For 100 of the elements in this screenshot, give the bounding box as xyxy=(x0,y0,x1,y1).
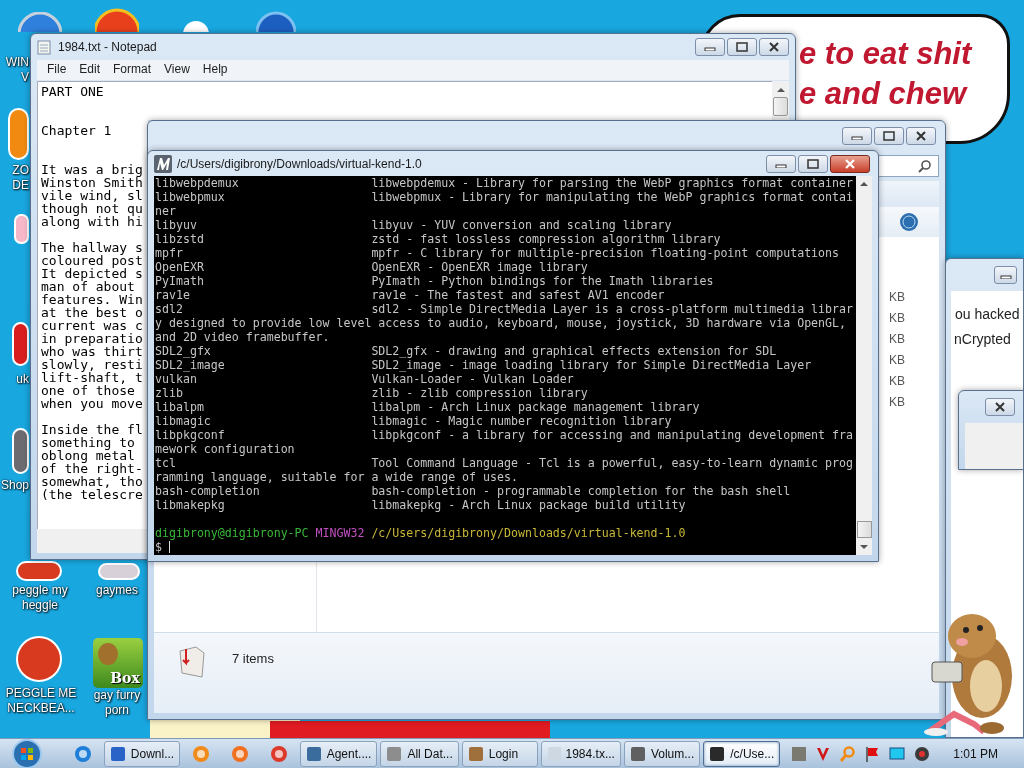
v-shape-icon[interactable] xyxy=(816,745,831,762)
text-line: current was c xyxy=(41,318,143,333)
scrollbar[interactable] xyxy=(772,81,789,121)
taskbar-button[interactable]: Login xyxy=(461,740,538,767)
text-line: at the best o xyxy=(41,305,143,320)
package-description: zstd - fast lossless compression algorithm library xyxy=(371,232,721,246)
text-line: though not qu xyxy=(41,201,143,216)
orb-icon[interactable] xyxy=(183,18,209,32)
desktop-icon-label[interactable]: DE xyxy=(12,178,29,193)
flag-icon[interactable] xyxy=(864,745,881,762)
menu-item[interactable]: Edit xyxy=(79,62,101,78)
box-app-icon[interactable]: Box xyxy=(93,638,143,688)
file-size-text: KB xyxy=(889,331,905,347)
package-description: Tool Command Language - Tcl is a powerful, easy-to-learn dynamic prog xyxy=(371,456,853,470)
package-name: mpfr xyxy=(155,246,184,260)
desktop-icon[interactable] xyxy=(12,322,29,366)
app-icon xyxy=(192,744,211,763)
taskbar-button[interactable]: All Dat... xyxy=(380,740,459,767)
speaker-icon[interactable] xyxy=(914,745,931,762)
package-description: libmagic - Magic number recognition library xyxy=(371,414,672,428)
globe-icon[interactable] xyxy=(256,10,296,32)
close-icon xyxy=(994,402,1006,412)
scrollbar-thumb[interactable] xyxy=(773,97,788,116)
text-line: PART ONE xyxy=(41,84,104,99)
desktop-icon[interactable] xyxy=(98,563,140,580)
scrollbar[interactable] xyxy=(856,176,872,555)
package-description: PyImath - Python bindings for the Imath libraries xyxy=(371,274,714,288)
maximize-icon xyxy=(807,158,819,169)
desktop-icon-label[interactable]: PEGGLE ME xyxy=(5,686,77,701)
file-icon xyxy=(176,645,206,679)
start-button[interactable] xyxy=(10,738,44,768)
text-line: Chapter 1 xyxy=(41,123,112,138)
scrollbar-thumb[interactable] xyxy=(856,521,872,538)
search-field[interactable] xyxy=(877,155,939,177)
maximize-button[interactable] xyxy=(798,154,828,173)
close-button[interactable] xyxy=(985,398,1015,416)
window-title: 1984.txt - Notepad xyxy=(58,40,157,54)
desktop-icon-label[interactable]: Shop xyxy=(0,478,29,493)
prompt-system: MINGW32 xyxy=(315,526,365,540)
taskbar-button[interactable]: Agent.... xyxy=(299,740,378,767)
taskbar-button[interactable]: Volum... xyxy=(623,740,701,767)
close-button[interactable] xyxy=(906,127,936,145)
menu-item[interactable]: View xyxy=(164,62,190,78)
desktop-icon[interactable] xyxy=(12,428,29,474)
text-line: (the telescre xyxy=(41,487,143,502)
window-icon xyxy=(709,745,726,762)
desktop-icon-label[interactable]: peggle my xyxy=(12,583,68,598)
text-line: slowly, resti xyxy=(41,357,143,372)
item-count-text: 7 items xyxy=(232,651,274,666)
desktop-icon-label[interactable]: uk xyxy=(16,372,29,387)
terminal-app-icon xyxy=(154,154,172,173)
desktop-icon-label[interactable]: gaymes xyxy=(96,583,138,598)
package-name: zlib xyxy=(155,386,184,400)
package-description: libwebpmux - Library for manipulating the WebP graphics format contai xyxy=(371,190,853,204)
text-line: one of those xyxy=(41,383,135,398)
help-icon[interactable] xyxy=(899,212,919,232)
desktop-icon-label[interactable]: heggle xyxy=(21,598,58,613)
package-name: libwebpmux xyxy=(155,190,226,204)
text-line: Inside the fl xyxy=(41,422,143,437)
minimize-button[interactable] xyxy=(842,127,872,145)
orb-icon[interactable] xyxy=(95,8,139,32)
desktop-icon-label[interactable]: porn xyxy=(105,703,129,718)
desktop-icon[interactable] xyxy=(16,561,62,581)
taskbar-button[interactable]: 1984.tx... xyxy=(540,740,621,767)
desktop-icon[interactable] xyxy=(16,636,62,682)
prompt-user: digibrony@digibrony-PC xyxy=(155,526,309,540)
minimize-button[interactable] xyxy=(695,38,725,56)
package-name: tcl xyxy=(155,456,177,470)
maximize-button[interactable] xyxy=(727,38,757,56)
close-button[interactable] xyxy=(759,38,789,56)
file-size-text: KB xyxy=(889,394,905,410)
text-line: features. Win xyxy=(41,292,143,307)
menu-item[interactable]: Help xyxy=(202,62,228,78)
terminal-text: ner xyxy=(155,204,176,218)
message-text: nCrypted xyxy=(954,330,1012,349)
desktop-icon-label[interactable]: NECKBEA... xyxy=(7,701,75,716)
menu-item[interactable]: File xyxy=(47,62,67,78)
taskbar-button[interactable]: /c/Use... xyxy=(703,740,781,767)
close-button[interactable] xyxy=(830,154,870,173)
taskbar-button[interactable]: Downl... xyxy=(103,740,181,767)
desktop-icon-label[interactable]: WIN xyxy=(5,55,29,70)
start-orb-icon xyxy=(11,738,42,768)
flower-icon[interactable] xyxy=(14,214,29,244)
package-name: libyuv xyxy=(155,218,198,232)
tray-app-icon[interactable] xyxy=(791,745,808,762)
text-area[interactable] xyxy=(37,81,148,529)
window-icon xyxy=(629,745,646,762)
globe-icon[interactable] xyxy=(18,12,62,32)
maximize-button[interactable] xyxy=(874,127,904,145)
minimize-button[interactable] xyxy=(766,154,796,173)
desktop-icon-label[interactable]: gay furry xyxy=(93,688,141,703)
menu-item[interactable]: Format xyxy=(113,62,152,78)
minimize-button[interactable] xyxy=(994,266,1017,284)
message-text: ou hacked xyxy=(955,305,1021,324)
text-line: when you move xyxy=(41,396,143,411)
desktop-icon-label[interactable]: ZO xyxy=(12,163,29,178)
text-cursor xyxy=(168,541,170,553)
monitor-icon[interactable] xyxy=(889,745,906,762)
desktop-icon[interactable] xyxy=(8,108,29,160)
desktop-icon-label[interactable]: V xyxy=(21,70,29,85)
